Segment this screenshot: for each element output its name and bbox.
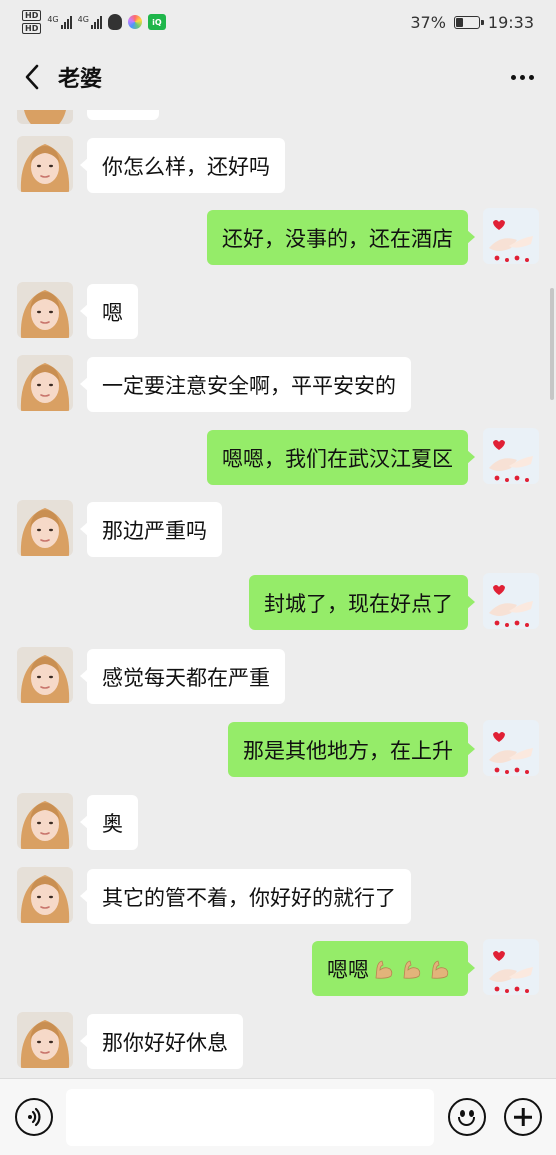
hd-top-label: HD xyxy=(22,10,42,21)
sim2-signal-icon: 4G xyxy=(78,15,102,29)
sim1-network-label: 4G xyxy=(47,15,59,24)
message-bubble[interactable]: 你怎么样，还好吗 xyxy=(80,138,285,193)
status-right: 37% 19:33 xyxy=(410,13,534,32)
hd-bottom-label: HD xyxy=(22,23,42,34)
message-bubble[interactable]: 嗯 xyxy=(80,284,138,339)
message-text: 那你好好休息 xyxy=(102,1030,228,1055)
message-bubble[interactable]: 嗯嗯 xyxy=(312,941,475,996)
my-avatar[interactable] xyxy=(483,720,539,776)
battery-icon xyxy=(453,15,484,29)
clock: 19:33 xyxy=(487,12,534,32)
flexed-biceps-icon xyxy=(397,956,425,982)
outgoing-message: 嗯嗯 xyxy=(0,939,556,999)
previous-message-bubble xyxy=(87,110,159,120)
incoming-message: 那边严重吗 xyxy=(0,500,556,560)
previous-message-avatar xyxy=(17,110,73,124)
message-text: 嗯嗯 xyxy=(327,957,369,982)
chat-screen: HD HD 4G 4G iQ 37% 19:33 老婆 你怎么样，还好吗 还好，… xyxy=(0,0,556,1155)
message-bubble[interactable]: 其它的管不着，你好好的就行了 xyxy=(80,869,411,924)
contact-avatar[interactable] xyxy=(17,500,73,556)
incoming-message: 感觉每天都在严重 xyxy=(0,647,556,707)
contact-avatar[interactable] xyxy=(17,867,73,923)
outgoing-message: 封城了，现在好点了 xyxy=(0,573,556,633)
scrollbar[interactable] xyxy=(550,288,554,400)
voice-wave-icon[interactable] xyxy=(15,1098,53,1136)
message-bubble[interactable]: 感觉每天都在严重 xyxy=(80,649,285,704)
battery-level xyxy=(455,17,463,27)
message-text: 嗯 xyxy=(102,300,123,325)
outgoing-message: 嗯嗯，我们在武汉江夏区 xyxy=(0,428,556,488)
plus-icon[interactable] xyxy=(504,1098,542,1136)
outgoing-message: 还好，没事的，还在酒店 xyxy=(0,208,556,268)
flexed-biceps-icon xyxy=(369,956,397,982)
message-text: 一定要注意安全啊，平平安安的 xyxy=(102,373,396,398)
flexed-biceps-icon xyxy=(425,956,453,982)
photo-icon xyxy=(127,15,142,29)
hd-badge: HD HD xyxy=(22,10,42,34)
incoming-message: 奥 xyxy=(0,793,556,853)
incoming-message: 嗯 xyxy=(0,282,556,342)
sim2-network-label: 4G xyxy=(77,15,89,24)
contact-avatar[interactable] xyxy=(17,1012,73,1068)
message-text: 那是其他地方，在上升 xyxy=(243,738,453,763)
message-bubble[interactable]: 那边严重吗 xyxy=(80,502,222,557)
message-bubble[interactable]: 封城了，现在好点了 xyxy=(249,575,475,630)
message-bubble[interactable]: 嗯嗯，我们在武汉江夏区 xyxy=(207,430,475,485)
message-bubble[interactable]: 奥 xyxy=(80,795,138,850)
message-text: 感觉每天都在严重 xyxy=(102,665,270,690)
my-avatar[interactable] xyxy=(483,573,539,629)
incoming-message: 一定要注意安全啊，平平安安的 xyxy=(0,355,556,415)
chevron-left-icon[interactable] xyxy=(18,63,46,91)
contact-avatar[interactable] xyxy=(17,793,73,849)
chat-title: 老婆 xyxy=(58,67,103,92)
message-text: 那边严重吗 xyxy=(102,518,207,543)
message-text: 奥 xyxy=(102,811,123,836)
my-avatar[interactable] xyxy=(483,208,539,264)
incoming-message: 其它的管不着，你好好的就行了 xyxy=(0,867,556,927)
qq-icon xyxy=(107,14,122,30)
message-text: 封城了，现在好点了 xyxy=(264,591,453,616)
message-bubble[interactable]: 一定要注意安全啊，平平安安的 xyxy=(80,357,411,412)
contact-avatar[interactable] xyxy=(17,355,73,411)
contact-avatar[interactable] xyxy=(17,136,73,192)
message-text: 嗯嗯，我们在武汉江夏区 xyxy=(222,446,453,471)
message-text: 其它的管不着，你好好的就行了 xyxy=(102,885,396,910)
incoming-message: 那你好好休息 xyxy=(0,1012,556,1072)
sim1-signal-icon: 4G xyxy=(47,15,72,29)
incoming-message: 你怎么样，还好吗 xyxy=(0,136,556,196)
message-bubble[interactable]: 那是其他地方，在上升 xyxy=(228,722,475,777)
message-input[interactable] xyxy=(66,1089,434,1146)
status-left: HD HD 4G 4G iQ xyxy=(22,10,166,34)
ellipsis-icon[interactable] xyxy=(507,67,538,88)
my-avatar[interactable] xyxy=(483,939,539,995)
input-bar xyxy=(0,1078,556,1155)
status-bar: HD HD 4G 4G iQ 37% 19:33 xyxy=(0,0,556,44)
message-text: 你怎么样，还好吗 xyxy=(102,154,270,179)
contact-avatar[interactable] xyxy=(17,282,73,338)
message-bubble[interactable]: 那你好好休息 xyxy=(80,1014,243,1069)
outgoing-message: 那是其他地方，在上升 xyxy=(0,720,556,780)
message-text: 还好，没事的，还在酒店 xyxy=(222,226,453,251)
my-avatar[interactable] xyxy=(483,428,539,484)
smiley-icon[interactable] xyxy=(448,1098,486,1136)
message-bubble[interactable]: 还好，没事的，还在酒店 xyxy=(207,210,475,265)
battery-percent: 37% xyxy=(410,12,446,32)
contact-avatar[interactable] xyxy=(17,647,73,703)
chat-header: 老婆 xyxy=(0,44,556,110)
message-list[interactable]: 你怎么样，还好吗还好，没事的，还在酒店嗯一定要注意安全啊，平平安安的嗯嗯，我们在… xyxy=(0,110,556,1078)
iqiyi-icon: iQ xyxy=(147,14,166,30)
